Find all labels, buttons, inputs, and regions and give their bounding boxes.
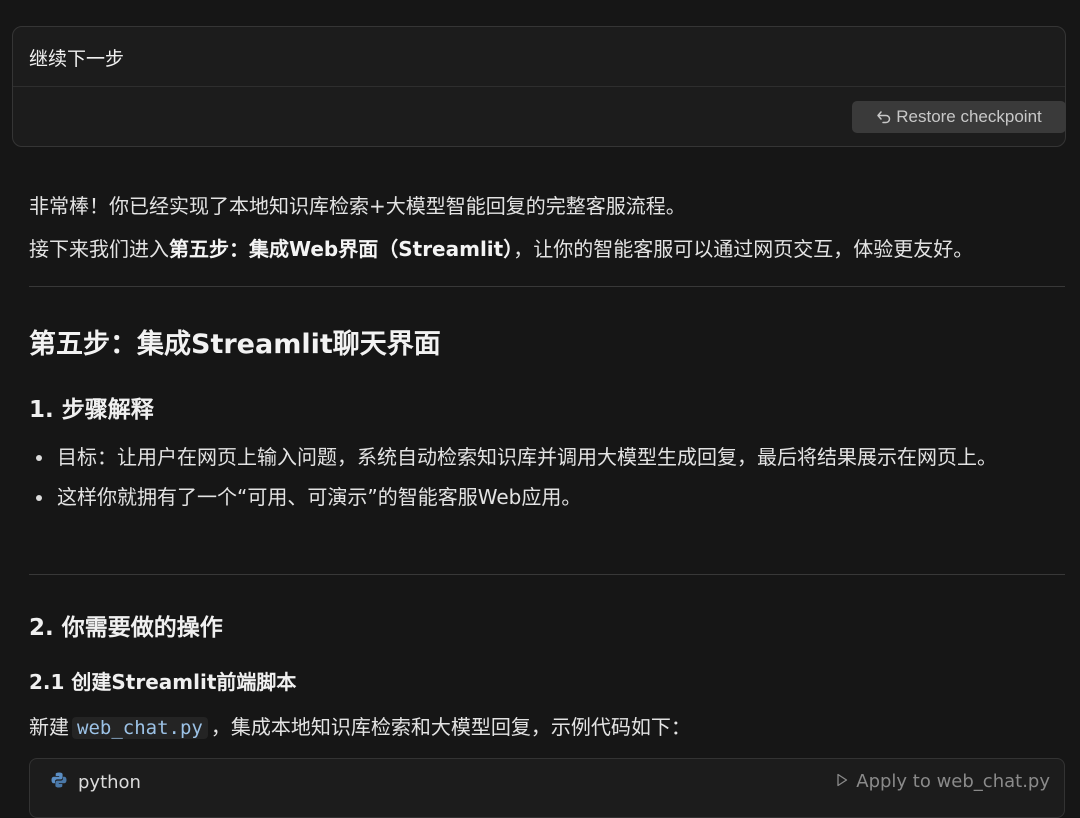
list-item: 目标：让用户在网页上输入问题，系统自动检索知识库并调用大模型生成回复，最后将结果… — [29, 440, 1057, 474]
list-item-text: 这样你就拥有了一个“可用、可演示”的智能客服Web应用。 — [57, 485, 582, 509]
restore-checkpoint-label: Restore checkpoint — [896, 107, 1042, 126]
list-item-text: 目标：让用户在网页上输入问题，系统自动检索知识库并调用大模型生成回复，最后将结果… — [57, 445, 997, 469]
step1-heading: 1. 步骤解释 — [29, 397, 154, 423]
step21-heading: 2.1 创建Streamlit前端脚本 — [29, 670, 297, 694]
reply-intro: 非常棒！你已经实现了本地知识库检索+大模型智能回复的完整客服流程。 — [29, 194, 686, 218]
apply-label: Apply to web_chat.py — [856, 771, 1050, 792]
restore-checkpoint-button[interactable]: Restore checkpoint — [852, 101, 1066, 133]
python-icon — [50, 771, 68, 794]
apply-button[interactable]: Apply to web_chat.py — [836, 771, 1050, 792]
user-message-text: 继续下一步 — [29, 48, 125, 70]
code-language: python — [50, 771, 141, 794]
reply-next-step: 接下来我们进入第五步：集成Web界面（Streamlit），让你的智能客服可以通… — [29, 233, 973, 262]
step2-heading: 2. 你需要做的操作 — [29, 615, 223, 641]
create-file-line: 新建 web_chat.py ，集成本地知识库检索和大模型回复，示例代码如下： — [29, 711, 691, 740]
divider-1 — [29, 286, 1065, 287]
bullet-dot — [36, 495, 42, 501]
section-title: 第五步：集成Streamlit聊天界面 — [29, 329, 441, 360]
undo-icon — [876, 109, 892, 125]
next-suffix: ，让你的智能客服可以通过网页交互，体验更友好。 — [513, 237, 974, 261]
filename-code: web_chat.py — [72, 717, 208, 739]
play-icon — [836, 771, 848, 792]
user-card-divider — [13, 86, 1065, 87]
create-prefix: 新建 — [29, 715, 69, 739]
code-language-label: python — [78, 772, 141, 793]
divider-2 — [29, 574, 1065, 575]
list-item: 这样你就拥有了一个“可用、可演示”的智能客服Web应用。 — [29, 480, 1065, 514]
code-block: python Apply to web_chat.py — [29, 758, 1065, 818]
step1-bullet-list: 目标：让用户在网页上输入问题，系统自动检索知识库并调用大模型生成回复，最后将结果… — [29, 440, 1065, 514]
next-bold: 第五步：集成Web界面（Streamlit） — [169, 237, 514, 261]
user-message-card: 继续下一步 Restore checkpoint — [12, 26, 1066, 147]
create-suffix: ，集成本地知识库检索和大模型回复，示例代码如下： — [210, 715, 691, 739]
next-prefix: 接下来我们进入 — [29, 237, 169, 261]
bullet-dot — [36, 455, 42, 461]
